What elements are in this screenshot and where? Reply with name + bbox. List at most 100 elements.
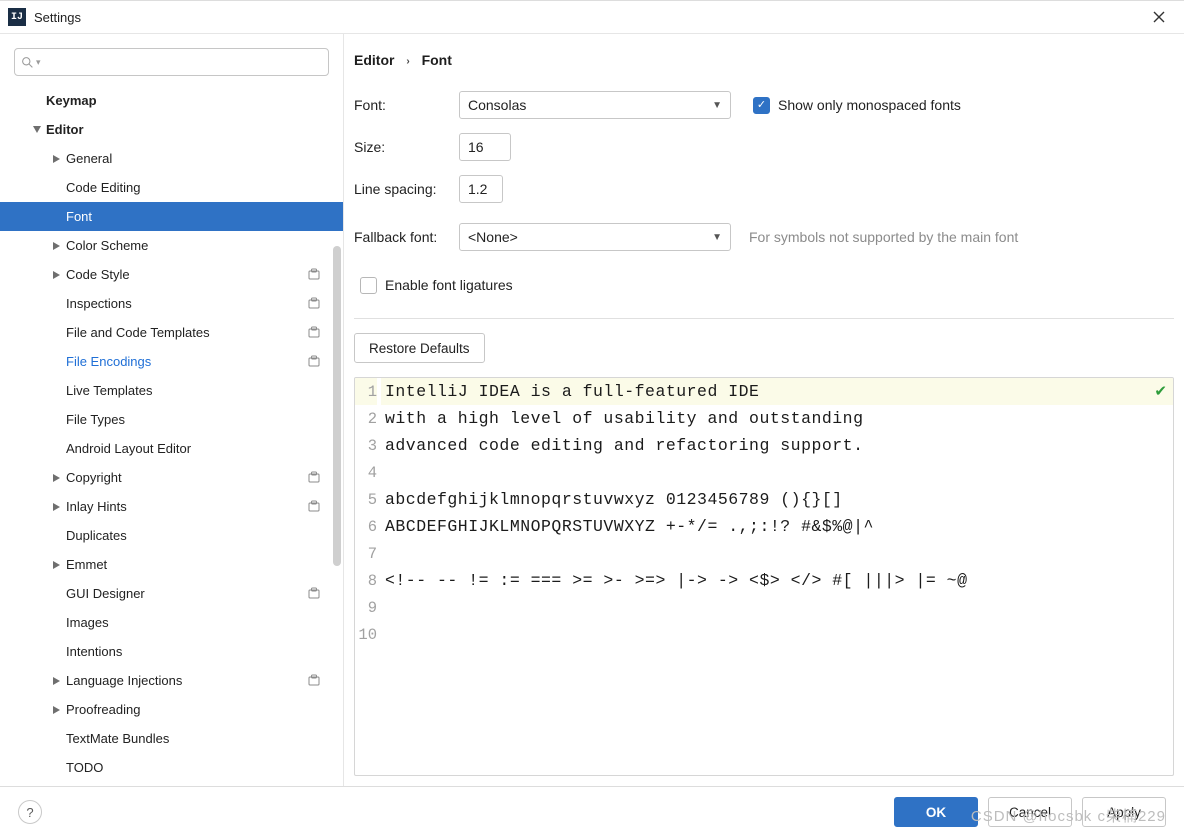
sidebar-item-label: Editor [46, 122, 343, 137]
close-icon [1153, 11, 1165, 23]
sidebar-item-images[interactable]: Images [0, 608, 343, 637]
sidebar-item-duplicates[interactable]: Duplicates [0, 521, 343, 550]
project-scope-icon [307, 500, 321, 514]
breadcrumb-leaf: Font [422, 52, 452, 68]
sidebar-item-inspections[interactable]: Inspections [0, 289, 343, 318]
sidebar-item-editor[interactable]: Editor [0, 115, 343, 144]
sidebar-item-label: Color Scheme [66, 238, 343, 253]
help-button[interactable]: ? [18, 800, 42, 824]
gutter-line-number: 7 [355, 540, 377, 567]
project-scope-icon [307, 587, 321, 601]
dialog-footer: ? OK Cancel Apply [0, 786, 1184, 836]
search-history-caret-icon: ▾ [36, 57, 41, 68]
check-icon: ✔ [1154, 382, 1167, 400]
gutter-line-number: 4 [355, 459, 377, 486]
titlebar: IJ Settings [0, 1, 1184, 34]
font-combobox-value: Consolas [468, 97, 526, 113]
ligatures-checkbox[interactable] [360, 277, 377, 294]
sidebar-item-emmet[interactable]: Emmet [0, 550, 343, 579]
sidebar-item-gui-designer[interactable]: GUI Designer [0, 579, 343, 608]
settings-tree: Keymap Editor General Code Editing Font Color… [0, 86, 343, 786]
fallback-combobox-value: <None> [468, 229, 518, 245]
expand-right-icon [48, 231, 66, 260]
expand-right-icon [48, 144, 66, 173]
sidebar-item-intentions[interactable]: Intentions [0, 637, 343, 666]
spacing-value: 1.2 [468, 181, 487, 197]
sidebar-item-label: Code Style [66, 267, 307, 282]
sidebar-item-label: Emmet [66, 557, 343, 572]
sidebar-item-label: Proofreading [66, 702, 343, 717]
expand-right-icon [48, 260, 66, 289]
sidebar-item-file-and-code-templates[interactable]: File and Code Templates [0, 318, 343, 347]
sidebar-item-code-editing[interactable]: Code Editing [0, 173, 343, 202]
sidebar-item-language-injections[interactable]: Language Injections [0, 666, 343, 695]
sidebar-item-font[interactable]: Font [0, 202, 343, 231]
sidebar-item-label: Live Templates [66, 383, 343, 398]
close-button[interactable] [1142, 4, 1176, 30]
sidebar-item-label: Keymap [46, 93, 343, 108]
sidebar-item-label: Images [66, 615, 343, 630]
sidebar-item-general[interactable]: General [0, 144, 343, 173]
font-combobox[interactable]: Consolas ▼ [459, 91, 731, 119]
fallback-combobox[interactable]: <None> ▼ [459, 223, 731, 251]
sidebar-item-label: File and Code Templates [66, 325, 307, 340]
breadcrumb-root: Editor [354, 52, 394, 68]
size-label: Size: [354, 139, 459, 155]
fallback-hint: For symbols not supported by the main fo… [749, 229, 1018, 245]
sidebar-item-textmate-bundles[interactable]: TextMate Bundles [0, 724, 343, 753]
divider [354, 318, 1174, 319]
sidebar-item-file-encodings[interactable]: File Encodings [0, 347, 343, 376]
search-input[interactable]: ▾ [14, 48, 329, 76]
apply-button[interactable]: Apply [1082, 797, 1166, 827]
sidebar-item-live-templates[interactable]: Live Templates [0, 376, 343, 405]
sidebar-item-label: Inspections [66, 296, 307, 311]
sidebar-item-label: TextMate Bundles [66, 731, 343, 746]
app-icon: IJ [8, 8, 26, 26]
project-scope-icon [307, 674, 321, 688]
project-scope-icon [307, 326, 321, 340]
size-field[interactable]: 16 [459, 133, 511, 161]
sidebar-item-code-style[interactable]: Code Style [0, 260, 343, 289]
sidebar-item-label: Code Editing [66, 180, 343, 195]
mono-checkbox[interactable] [753, 97, 770, 114]
preview-line: IntelliJ IDEA is a full-featured IDE [381, 382, 759, 401]
gutter-line-number: 1 [355, 378, 377, 405]
gutter-line-number: 5 [355, 486, 377, 513]
sidebar-item-android-layout-editor[interactable]: Android Layout Editor [0, 434, 343, 463]
cancel-button[interactable]: Cancel [988, 797, 1072, 827]
spacing-label: Line spacing: [354, 181, 459, 197]
font-label: Font: [354, 97, 459, 113]
project-scope-icon [307, 355, 321, 369]
ligatures-checkbox-label: Enable font ligatures [385, 277, 513, 293]
expand-right-icon [48, 550, 66, 579]
gutter-line-number: 10 [355, 621, 377, 648]
sidebar-item-label: Font [66, 209, 343, 224]
window-title: Settings [34, 10, 1142, 25]
sidebar-item-label: Duplicates [66, 528, 343, 543]
sidebar-item-color-scheme[interactable]: Color Scheme [0, 231, 343, 260]
sidebar-item-proofreading[interactable]: Proofreading [0, 695, 343, 724]
sidebar-item-inlay-hints[interactable]: Inlay Hints [0, 492, 343, 521]
restore-defaults-button[interactable]: Restore Defaults [354, 333, 485, 363]
sidebar-item-label: Android Layout Editor [66, 441, 343, 456]
sidebar-item-file-types[interactable]: File Types [0, 405, 343, 434]
sidebar-item-todo[interactable]: TODO [0, 753, 343, 782]
preview-line: abcdefghijklmnopqrstuvwxyz 0123456789 ()… [381, 490, 843, 509]
spacing-field[interactable]: 1.2 [459, 175, 503, 203]
ok-button[interactable]: OK [894, 797, 978, 827]
chevron-down-icon: ▼ [712, 232, 722, 243]
gutter-line-number: 6 [355, 513, 377, 540]
search-icon [21, 56, 34, 69]
chevron-down-icon: ▼ [712, 100, 722, 111]
sidebar-item-label: Language Injections [66, 673, 307, 688]
sidebar-item-copyright[interactable]: Copyright [0, 463, 343, 492]
preview-line: ABCDEFGHIJKLMNOPQRSTUVWXYZ +-*/= .,;:!? … [381, 517, 874, 536]
sidebar: ▾ Keymap Editor General Code Editing Font Col… [0, 34, 344, 786]
preview-line: advanced code editing and refactoring su… [381, 436, 863, 455]
mono-checkbox-label: Show only monospaced fonts [778, 97, 961, 113]
project-scope-icon [307, 297, 321, 311]
sidebar-item-label: Copyright [66, 470, 307, 485]
sidebar-item-label: GUI Designer [66, 586, 307, 601]
sidebar-item-keymap[interactable]: Keymap [0, 86, 343, 115]
sidebar-item-label: Inlay Hints [66, 499, 307, 514]
